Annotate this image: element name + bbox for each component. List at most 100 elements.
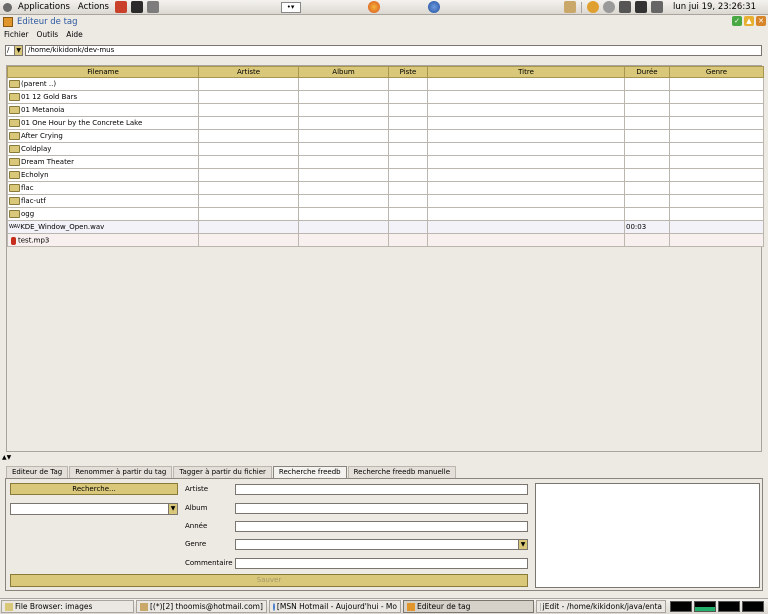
tab-recherche-freedb-manuelle[interactable]: Recherche freedb manuelle — [347, 466, 456, 478]
cell-filename[interactable]: flac — [7, 181, 199, 195]
cell-filename[interactable]: After Crying — [7, 129, 199, 143]
screenshot-icon[interactable] — [146, 1, 159, 13]
lock-icon[interactable] — [618, 1, 631, 13]
cell-duree[interactable] — [624, 207, 670, 221]
table-row[interactable]: 01 12 Gold Bars — [7, 90, 764, 104]
cpu-monitor[interactable] — [670, 601, 692, 612]
table-row[interactable]: 01 Metanoia — [7, 103, 764, 117]
network-icon[interactable] — [602, 1, 615, 13]
applications-menu[interactable]: Applications — [14, 2, 74, 12]
table-row[interactable]: test.mp3 — [7, 233, 764, 247]
cell-titre[interactable] — [427, 103, 625, 117]
cell-genre[interactable] — [669, 155, 764, 169]
cell-duree[interactable] — [624, 168, 670, 182]
cell-titre[interactable] — [427, 129, 625, 143]
cell-artiste[interactable] — [198, 155, 299, 169]
actions-menu[interactable]: Actions — [74, 2, 113, 12]
gnome-foot-icon[interactable] — [3, 2, 12, 12]
task-file-browser[interactable]: File Browser: images — [1, 600, 134, 613]
cell-piste[interactable] — [388, 103, 428, 117]
window-title-bar[interactable]: Editeur de tag ✓ ▲ ✕ — [0, 15, 768, 29]
cell-titre[interactable] — [427, 194, 625, 208]
cell-artiste[interactable] — [198, 168, 299, 182]
table-row[interactable]: Coldplay — [7, 142, 764, 156]
cell-album[interactable] — [298, 142, 389, 156]
cell-duree[interactable] — [624, 181, 670, 195]
cell-album[interactable] — [298, 103, 389, 117]
cell-piste[interactable] — [388, 207, 428, 221]
task-editeur-de-tag[interactable]: Editeur de tag — [403, 600, 534, 613]
cell-genre[interactable] — [669, 207, 764, 221]
table-row[interactable]: ogg — [7, 207, 764, 221]
table-row[interactable]: After Crying — [7, 129, 764, 143]
cell-filename[interactable]: Dream Theater — [7, 155, 199, 169]
cell-filename[interactable]: Echolyn — [7, 168, 199, 182]
cell-duree[interactable] — [624, 103, 670, 117]
cell-filename[interactable]: Coldplay — [7, 142, 199, 156]
cell-artiste[interactable] — [198, 142, 299, 156]
cell-duree[interactable] — [624, 77, 670, 91]
search-button[interactable]: Recherche... — [10, 483, 178, 495]
cell-piste[interactable] — [388, 194, 428, 208]
terminal-icon[interactable] — [130, 1, 143, 13]
genre-combo[interactable]: ▼ — [235, 539, 528, 550]
maximize-button[interactable]: ▲ — [744, 16, 754, 26]
firefox-icon[interactable] — [368, 1, 381, 13]
cell-artiste[interactable] — [198, 233, 299, 247]
cell-piste[interactable] — [388, 233, 428, 247]
cell-album[interactable] — [298, 168, 389, 182]
cell-duree[interactable] — [624, 129, 670, 143]
cell-genre[interactable] — [669, 233, 764, 247]
annee-field[interactable] — [235, 521, 528, 532]
table-row[interactable]: Echolyn — [7, 168, 764, 182]
table-row[interactable]: Dream Theater — [7, 155, 764, 169]
home-icon[interactable] — [114, 1, 127, 13]
cell-album[interactable] — [298, 233, 389, 247]
root-combo[interactable]: / ▼ — [5, 44, 23, 56]
cell-artiste[interactable] — [198, 129, 299, 143]
cell-genre[interactable] — [669, 116, 764, 130]
cell-album[interactable] — [298, 116, 389, 130]
tab-editeur-de-tag[interactable]: Editeur de Tag — [6, 466, 69, 478]
close-button[interactable]: ✕ — [756, 16, 766, 26]
cell-piste[interactable] — [388, 220, 428, 234]
cell-genre[interactable] — [669, 129, 764, 143]
cell-album[interactable] — [298, 207, 389, 221]
menu-outils[interactable]: Outils — [33, 30, 63, 39]
cell-artiste[interactable] — [198, 116, 299, 130]
cell-duree[interactable] — [624, 194, 670, 208]
cell-duree[interactable] — [624, 155, 670, 169]
tab-tagger[interactable]: Tagger à partir du fichier — [173, 466, 272, 478]
cell-piste[interactable] — [388, 155, 428, 169]
cell-genre[interactable] — [669, 103, 764, 117]
table-row[interactable]: flac-utf — [7, 194, 764, 208]
cell-piste[interactable] — [388, 116, 428, 130]
cell-titre[interactable] — [427, 181, 625, 195]
save-button[interactable]: Sauver — [10, 574, 528, 587]
cell-duree[interactable]: 00:03 — [624, 220, 670, 234]
column-genre[interactable]: Genre — [669, 66, 764, 78]
cell-titre[interactable] — [427, 90, 625, 104]
cell-titre[interactable] — [427, 155, 625, 169]
cell-filename[interactable]: 01 Metanoia — [7, 103, 199, 117]
battery-icon[interactable] — [650, 1, 663, 13]
cell-titre[interactable] — [427, 77, 625, 91]
workspace-switcher[interactable]: •▾ — [280, 1, 301, 13]
cell-filename[interactable]: flac-utf — [7, 194, 199, 208]
results-combo[interactable]: ▼ — [10, 503, 178, 515]
cell-genre[interactable] — [669, 142, 764, 156]
pane-splitter[interactable]: ▲▼ — [2, 455, 22, 461]
artiste-field[interactable] — [235, 484, 528, 495]
chevron-down-icon[interactable]: ▼ — [168, 504, 177, 514]
cell-genre[interactable] — [669, 77, 764, 91]
cell-artiste[interactable] — [198, 103, 299, 117]
cell-genre[interactable] — [669, 181, 764, 195]
cell-titre[interactable] — [427, 220, 625, 234]
cell-genre[interactable] — [669, 220, 764, 234]
cell-duree[interactable] — [624, 90, 670, 104]
menu-aide[interactable]: Aide — [62, 30, 87, 39]
column-artiste[interactable]: Artiste — [198, 66, 299, 78]
commentaire-field[interactable] — [235, 558, 528, 569]
task-messenger[interactable]: [(*)[2] thoomis@hotmail.com] — [136, 600, 267, 613]
cell-genre[interactable] — [669, 194, 764, 208]
